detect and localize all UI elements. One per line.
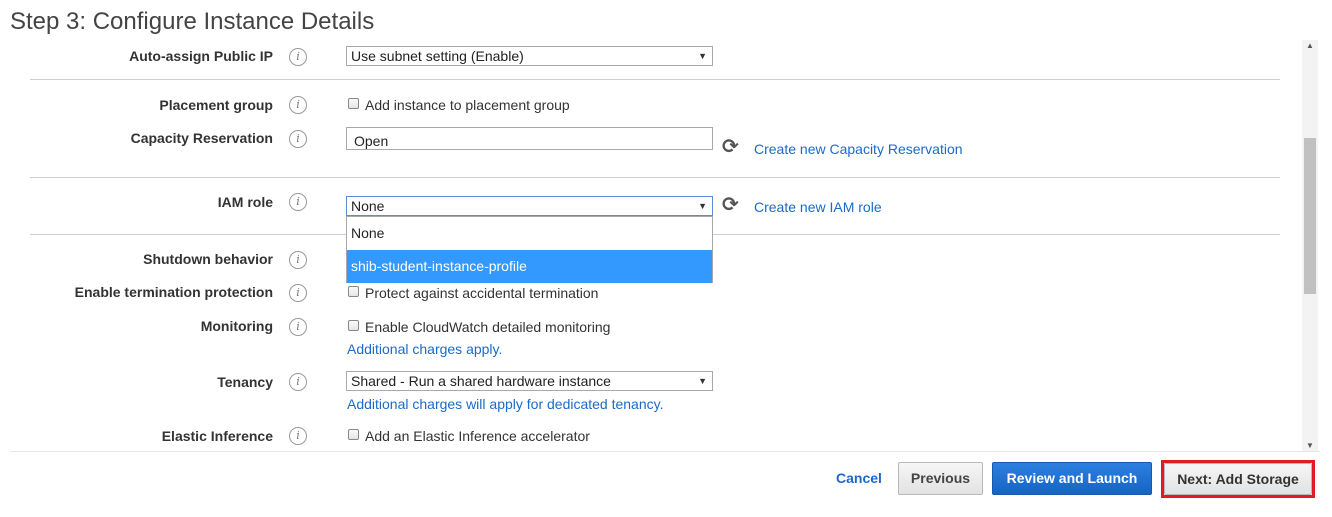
- chevron-down-icon: ▼: [698, 376, 707, 386]
- placement-group-checkbox-label[interactable]: Add instance to placement group: [365, 97, 570, 113]
- info-icon[interactable]: i: [289, 427, 307, 445]
- footer-divider: [10, 451, 1320, 452]
- auto-assign-ip-value: Use subnet setting (Enable): [351, 48, 524, 64]
- placement-group-checkbox[interactable]: [348, 98, 359, 109]
- shutdown-behavior-label: Shutdown behavior: [143, 251, 273, 267]
- monitoring-charges-link[interactable]: Additional charges apply.: [347, 341, 502, 357]
- scrollbar-thumb[interactable]: [1304, 138, 1316, 294]
- tenancy-charges-link[interactable]: Additional charges will apply for dedica…: [347, 396, 663, 412]
- form-scroll-area[interactable]: Auto-assign Public IP i Use subnet setti…: [0, 40, 1300, 452]
- info-icon[interactable]: i: [289, 373, 307, 391]
- dropdown-option-none[interactable]: None: [347, 217, 712, 250]
- review-and-launch-button[interactable]: Review and Launch: [992, 462, 1152, 495]
- elastic-inference-label: Elastic Inference: [161, 428, 273, 444]
- create-iam-role-link[interactable]: Create new IAM role: [754, 199, 882, 215]
- monitoring-label: Monitoring: [200, 318, 273, 334]
- termination-protection-checkbox-label[interactable]: Protect against accidental termination: [365, 285, 598, 301]
- section-divider: [30, 79, 1280, 80]
- tenancy-select[interactable]: Shared - Run a shared hardware instance …: [346, 371, 713, 391]
- create-capacity-reservation-link[interactable]: Create new Capacity Reservation: [754, 141, 963, 157]
- iam-role-dropdown-list[interactable]: None shib-student-instance-profile: [346, 216, 713, 283]
- chevron-down-icon: ▼: [698, 51, 707, 61]
- tenancy-label: Tenancy: [217, 374, 273, 390]
- chevron-down-icon: ▼: [698, 201, 707, 211]
- info-icon[interactable]: i: [289, 193, 307, 211]
- section-divider: [30, 177, 1280, 178]
- info-icon[interactable]: i: [289, 251, 307, 269]
- monitoring-checkbox[interactable]: [348, 320, 359, 331]
- auto-assign-ip-label: Auto-assign Public IP: [129, 48, 273, 64]
- tenancy-value: Shared - Run a shared hardware instance: [351, 373, 611, 389]
- info-icon[interactable]: i: [289, 96, 307, 114]
- info-icon[interactable]: i: [289, 284, 307, 302]
- elastic-inference-checkbox-label[interactable]: Add an Elastic Inference accelerator: [365, 428, 590, 444]
- info-icon[interactable]: i: [289, 318, 307, 336]
- capacity-reservation-label: Capacity Reservation: [130, 130, 273, 146]
- next-add-storage-button[interactable]: Next: Add Storage: [1164, 463, 1312, 495]
- elastic-inference-checkbox[interactable]: [348, 429, 359, 440]
- refresh-icon[interactable]: ⟳: [722, 195, 739, 215]
- iam-role-select[interactable]: None ▼: [346, 196, 713, 216]
- dropdown-option-shib-student-instance-profile[interactable]: shib-student-instance-profile: [347, 250, 712, 283]
- info-icon[interactable]: i: [289, 48, 307, 66]
- termination-protection-label: Enable termination protection: [74, 284, 273, 300]
- previous-button[interactable]: Previous: [898, 462, 983, 495]
- termination-protection-checkbox[interactable]: [348, 286, 359, 297]
- placement-group-label: Placement group: [159, 97, 273, 113]
- cancel-button[interactable]: Cancel: [826, 462, 892, 495]
- iam-role-value: None: [351, 198, 385, 214]
- capacity-reservation-field[interactable]: Open: [346, 127, 713, 150]
- iam-role-label: IAM role: [217, 194, 273, 210]
- info-icon[interactable]: i: [289, 130, 307, 148]
- auto-assign-ip-select[interactable]: Use subnet setting (Enable) ▼: [346, 46, 713, 66]
- vertical-scrollbar[interactable]: ▲ ▼: [1302, 40, 1318, 452]
- scroll-up-icon[interactable]: ▲: [1302, 40, 1318, 52]
- refresh-icon[interactable]: ⟳: [722, 137, 739, 157]
- page-title: Step 3: Configure Instance Details: [10, 8, 375, 35]
- monitoring-checkbox-label[interactable]: Enable CloudWatch detailed monitoring: [365, 319, 610, 335]
